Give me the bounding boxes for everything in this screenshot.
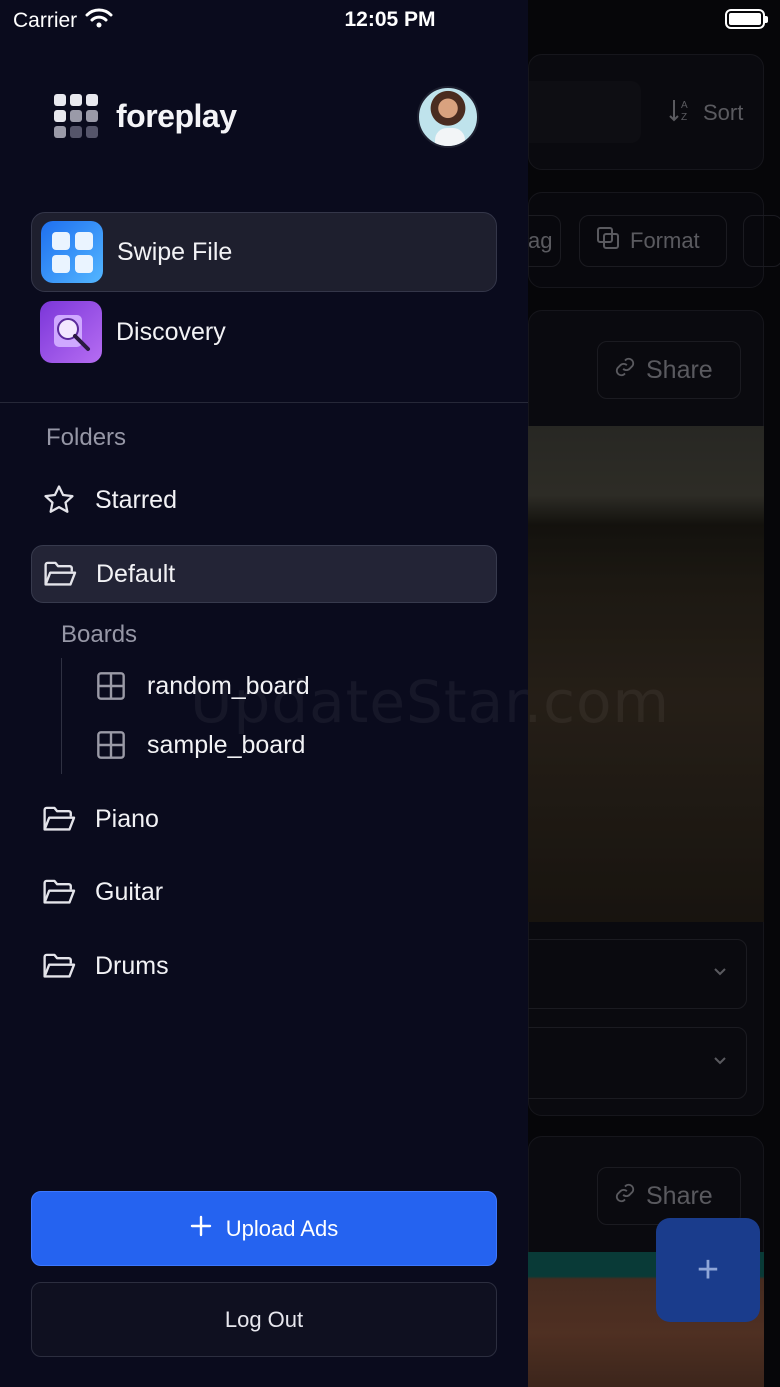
discovery-icon (40, 301, 102, 363)
app-item-discovery[interactable]: Discovery (31, 292, 497, 372)
upload-ads-label: Upload Ads (225, 1215, 339, 1241)
status-bar: Carrier 12:05 PM (0, 0, 780, 44)
folder-item-label: Default (96, 559, 176, 588)
star-icon (41, 482, 77, 518)
folders-heading: Folders (46, 424, 127, 451)
app-item-label: Swipe File (117, 237, 233, 266)
navigation-drawer: foreplay Swipe File Discovery Folders St… (0, 0, 528, 1387)
folder-open-icon (41, 801, 77, 837)
board-item-label: random_board (147, 671, 310, 700)
clock: 12:05 PM (344, 8, 436, 31)
folder-item-drums[interactable]: Drums (31, 937, 497, 995)
add-fab-button[interactable]: + (656, 1218, 760, 1322)
brand-name: foreplay (116, 97, 237, 134)
folder-item-starred[interactable]: Starred (31, 471, 497, 529)
folder-item-label: Drums (95, 951, 169, 980)
folder-open-icon (42, 556, 78, 592)
folder-item-piano[interactable]: Piano (31, 790, 497, 848)
boards-heading: Boards (61, 621, 138, 648)
app-item-label: Discovery (116, 317, 226, 346)
folder-item-guitar[interactable]: Guitar (31, 863, 497, 921)
log-out-label: Log Out (224, 1306, 304, 1332)
foreplay-logo-icon (54, 94, 98, 138)
folder-item-label: Starred (95, 485, 177, 514)
folder-open-icon (41, 948, 77, 984)
board-item-label: sample_board (147, 730, 306, 759)
brand-logo[interactable]: foreplay (54, 94, 237, 138)
folder-open-icon (41, 874, 77, 910)
folder-item-label: Piano (95, 804, 159, 833)
board-item-sample-board[interactable]: sample_board (93, 727, 305, 763)
swipe-file-icon (41, 221, 103, 283)
folder-item-default[interactable]: Default (31, 545, 497, 603)
board-grid-icon (93, 668, 129, 704)
battery-icon (725, 9, 768, 29)
plus-icon: + (696, 1248, 720, 1291)
boards-tree-line (61, 658, 62, 774)
board-grid-icon (93, 727, 129, 763)
app-item-swipe-file[interactable]: Swipe File (31, 212, 497, 292)
upload-ads-button[interactable]: Upload Ads (31, 1191, 497, 1266)
avatar[interactable] (417, 86, 479, 148)
folder-item-label: Guitar (95, 877, 164, 906)
divider (0, 402, 528, 403)
log-out-button[interactable]: Log Out (31, 1282, 497, 1357)
board-item-random-board[interactable]: random_board (93, 668, 310, 704)
plus-icon (190, 1215, 212, 1243)
